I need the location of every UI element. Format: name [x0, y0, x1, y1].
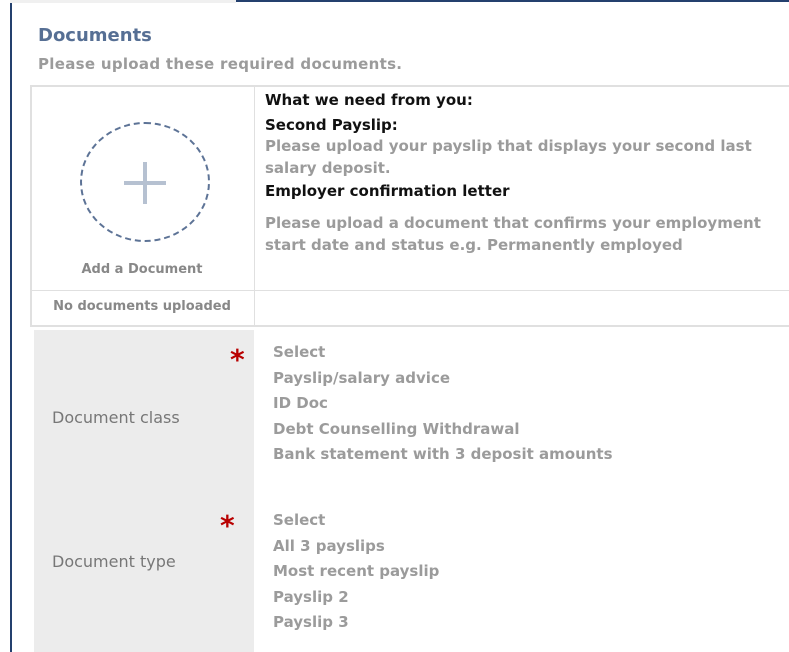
document-type-option[interactable]: All 3 payslips: [273, 534, 439, 560]
requirements-heading: What we need from you:: [265, 91, 473, 109]
section-title: Documents: [38, 25, 152, 46]
upload-panel-divider: [254, 85, 255, 325]
document-class-label: Document class: [52, 408, 180, 427]
form-label-panel: [34, 330, 254, 652]
required-asterisk-icon: *: [230, 343, 245, 376]
document-type-label: Document type: [52, 552, 176, 571]
document-class-option[interactable]: Bank statement with 3 deposit amounts: [273, 442, 613, 468]
upload-status-text: No documents uploaded: [53, 299, 231, 314]
document-class-option[interactable]: ID Doc: [273, 391, 613, 417]
document-class-option[interactable]: Debt Counselling Withdrawal: [273, 417, 613, 443]
window-tab-strip: [10, 0, 236, 3]
document-type-option[interactable]: Select: [273, 508, 439, 534]
plus-icon: [82, 124, 208, 240]
add-document-button[interactable]: [80, 122, 210, 242]
document-class-option[interactable]: Payslip/salary advice: [273, 366, 613, 392]
document-type-option[interactable]: Payslip 2: [273, 585, 439, 611]
requirement-description: Please upload a document that confirms y…: [265, 214, 761, 254]
document-class-select[interactable]: Select Payslip/salary advice ID Doc Debt…: [273, 340, 613, 468]
document-class-option[interactable]: Select: [273, 340, 613, 366]
upload-status-divider: [30, 290, 789, 291]
add-document-label[interactable]: Add a Document: [30, 262, 254, 277]
requirement-description: Please upload your payslip that displays…: [265, 137, 752, 177]
requirement-title: Employer confirmation letter: [265, 182, 510, 200]
document-type-option[interactable]: Most recent payslip: [273, 559, 439, 585]
requirement-title: Second Payslip:: [265, 116, 398, 134]
section-subtitle: Please upload these required documents.: [38, 55, 403, 73]
document-type-option[interactable]: Payslip 3: [273, 610, 439, 636]
document-type-select[interactable]: Select All 3 payslips Most recent paysli…: [273, 508, 439, 636]
window-frame-left: [10, 0, 12, 652]
required-asterisk-icon: *: [220, 509, 235, 542]
